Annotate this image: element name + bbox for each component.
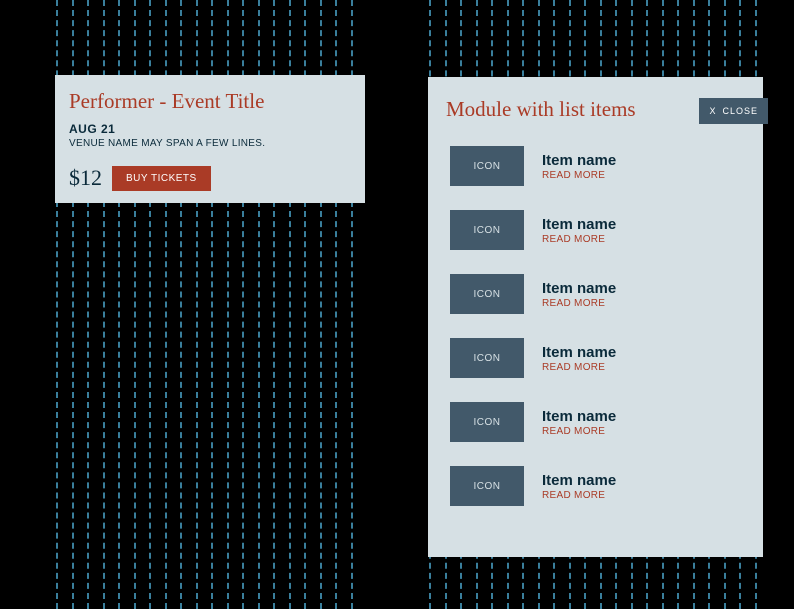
read-more-link[interactable]: READ MORE [542,298,616,309]
placeholder-icon: ICON [450,402,524,442]
item-name: Item name [542,216,616,233]
item-text: Item nameREAD MORE [542,152,616,181]
list-item: ICON Item nameREAD MORE [450,146,745,186]
item-text: Item nameREAD MORE [542,216,616,245]
event-title: Performer - Event Title [69,89,351,114]
event-card: Performer - Event Title AUG 21 VENUE NAM… [55,75,365,203]
read-more-link[interactable]: READ MORE [542,490,616,501]
close-x-icon: X [709,106,716,116]
buy-tickets-button[interactable]: BUY TICKETS [112,166,211,191]
read-more-link[interactable]: READ MORE [542,234,616,245]
item-name: Item name [542,344,616,361]
list-item: ICON Item nameREAD MORE [450,274,745,314]
list-item: ICON Item nameREAD MORE [450,402,745,442]
item-text: Item nameREAD MORE [542,408,616,437]
read-more-link[interactable]: READ MORE [542,170,616,181]
item-text: Item nameREAD MORE [542,344,616,373]
list-item: ICON Item nameREAD MORE [450,466,745,506]
module-card: Module with list items ICONItem nameREAD… [428,77,763,557]
close-label: CLOSE [722,106,758,116]
item-text: Item nameREAD MORE [542,280,616,309]
list-item: ICON Item nameREAD MORE [450,338,745,378]
placeholder-icon: ICON [450,274,524,314]
read-more-link[interactable]: READ MORE [542,362,616,373]
read-more-link[interactable]: READ MORE [542,426,616,437]
event-venue: VENUE NAME MAY SPAN A FEW LINES. [69,138,351,149]
item-name: Item name [542,408,616,425]
item-text: Item nameREAD MORE [542,472,616,501]
list-item: ICON Item nameREAD MORE [450,210,745,250]
event-price: $12 [69,165,102,191]
item-name: Item name [542,152,616,169]
event-date: AUG 21 [69,122,351,136]
placeholder-icon: ICON [450,210,524,250]
placeholder-icon: ICON [450,466,524,506]
price-row: $12 BUY TICKETS [69,165,351,191]
item-name: Item name [542,472,616,489]
close-button[interactable]: X CLOSE [699,98,768,124]
placeholder-icon: ICON [450,338,524,378]
item-name: Item name [542,280,616,297]
module-list: ICONItem nameREAD MOREICONItem nameREAD … [446,146,745,506]
placeholder-icon: ICON [450,146,524,186]
